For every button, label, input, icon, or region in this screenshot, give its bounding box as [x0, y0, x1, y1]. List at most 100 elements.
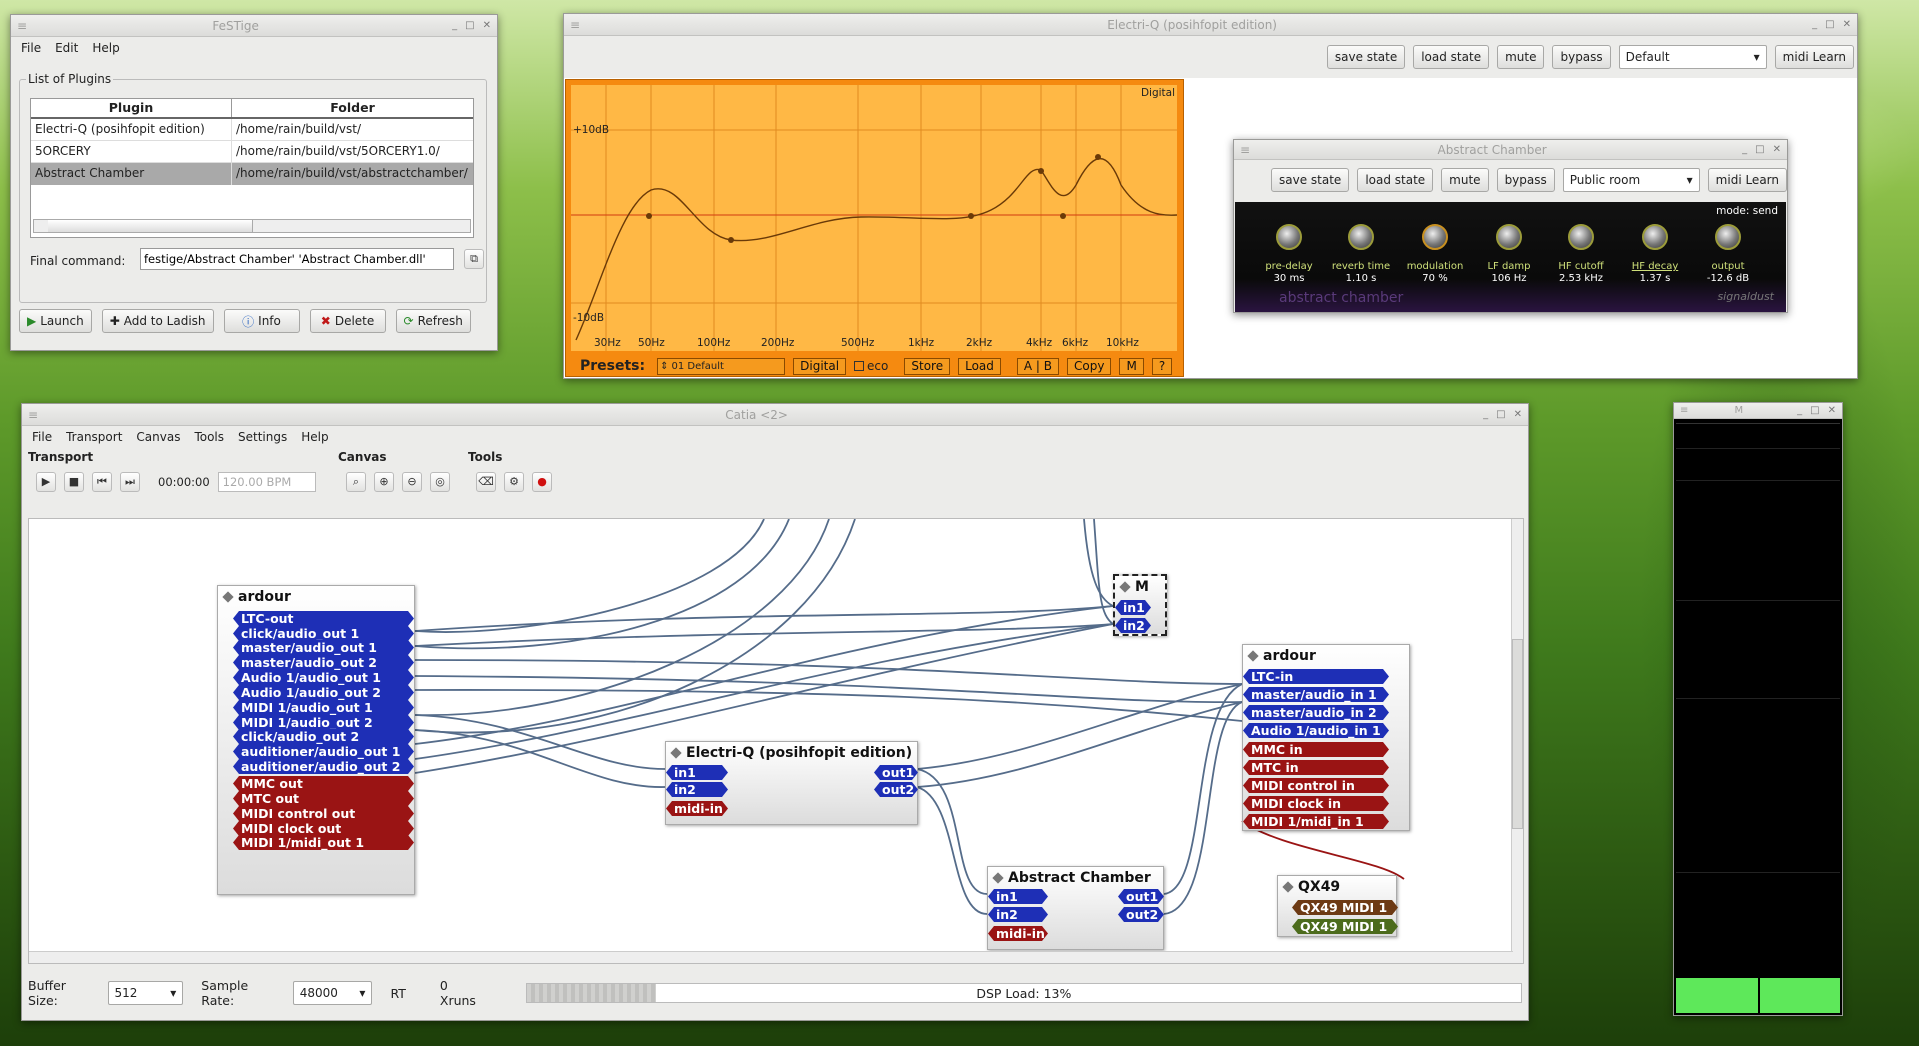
midi-port-in[interactable]: QX49 MIDI 1 — [1292, 919, 1398, 934]
table-row[interactable]: 5ORCERY/home/rain/build/vst/5ORCERY1.0/ — [31, 141, 473, 163]
node-ardour-in[interactable]: ardour LTC-in master/audio_in 1 master/a… — [1242, 644, 1410, 831]
port-out[interactable]: out1 — [1118, 889, 1164, 904]
mute-button[interactable]: mute — [1497, 45, 1545, 69]
chamber-titlebar[interactable]: ≡ Abstract Chamber _ □ ✕ — [1234, 140, 1787, 160]
rewind-icon[interactable]: ⏮ — [92, 472, 112, 492]
zoom-in-icon[interactable]: ⊕ — [374, 472, 394, 492]
maximize-icon[interactable]: □ — [1755, 144, 1764, 155]
launch-button[interactable]: ▶ Launch — [19, 309, 92, 333]
store-button[interactable]: Store — [904, 357, 951, 375]
column-plugin[interactable]: Plugin — [31, 99, 232, 117]
table-row[interactable]: Electri-Q (posihfopit edition) /home/rain… — [31, 119, 473, 141]
table-row-selected[interactable]: Abstract Chamber/home/rain/build/vst/abs… — [31, 163, 473, 185]
menu-icon[interactable]: ≡ — [570, 18, 580, 32]
port-out[interactable]: master/audio_out 2 — [233, 655, 414, 670]
port-out[interactable]: out2 — [874, 782, 918, 797]
column-folder[interactable]: Folder — [232, 99, 473, 117]
preset-select[interactable]: Default ▾ — [1618, 45, 1767, 69]
midi-port-in[interactable]: MIDI control in — [1243, 778, 1389, 793]
bypass-button[interactable]: bypass — [1496, 168, 1555, 192]
port-out[interactable]: LTC-out — [233, 611, 414, 626]
mute-button[interactable]: mute — [1441, 168, 1489, 192]
preset-field[interactable]: ⇕ 01 Default — [657, 357, 786, 375]
midi-port-in[interactable]: MIDI clock in — [1243, 796, 1389, 811]
port-out[interactable]: MIDI 1/audio_out 2 — [233, 715, 414, 730]
menu-help[interactable]: Help — [301, 430, 328, 444]
menu-help[interactable]: Help — [92, 41, 119, 55]
bpm-field[interactable]: 120.00 BPM — [217, 472, 316, 492]
midi-port-out[interactable]: MIDI 1/midi_out 1 — [233, 835, 414, 850]
menu-settings[interactable]: Settings — [238, 430, 287, 444]
minimize-icon[interactable]: _ — [1797, 405, 1802, 416]
midi-port-out[interactable]: MTC out — [233, 791, 414, 806]
midi-port-out[interactable]: QX49 MIDI 1 — [1292, 900, 1398, 915]
midi-learn-button[interactable]: midi Learn — [1774, 45, 1854, 69]
sample-rate-select[interactable]: 48000 ▾ — [292, 981, 373, 1005]
port-in[interactable]: in2 — [1115, 618, 1151, 633]
midi-port-out[interactable]: MIDI control out — [233, 806, 414, 821]
load-button[interactable]: Load — [958, 357, 1001, 375]
port-out[interactable]: MIDI 1/audio_out 1 — [233, 700, 414, 715]
port-out[interactable]: Audio 1/audio_out 2 — [233, 685, 414, 700]
vertical-scrollbar[interactable] — [1511, 519, 1523, 963]
port-out[interactable]: click/audio_out 1 — [233, 626, 414, 641]
electriq-titlebar[interactable]: ≡ Electri-Q (posihfopit edition) _ □ ✕ — [564, 14, 1857, 36]
zoom-reset-icon[interactable]: ◎ — [430, 472, 450, 492]
midi-port-in[interactable]: MTC in — [1243, 760, 1389, 775]
menu-file[interactable]: File — [21, 41, 41, 55]
midi-port-out[interactable]: MIDI clock out — [233, 821, 414, 836]
menu-canvas[interactable]: Canvas — [136, 430, 180, 444]
port-out[interactable]: auditioner/audio_out 1 — [233, 744, 414, 759]
zoom-out-icon[interactable]: ⊖ — [402, 472, 422, 492]
close-icon[interactable]: ✕ — [1773, 144, 1781, 155]
clear-xruns-icon[interactable]: ⌫ — [476, 472, 496, 492]
settings-icon[interactable]: ⚙ — [504, 472, 524, 492]
menu-icon[interactable]: ≡ — [17, 19, 27, 33]
save-state-button[interactable]: save state — [1326, 45, 1406, 69]
horizontal-scrollbar[interactable] — [33, 219, 471, 233]
bypass-button[interactable]: bypass — [1552, 45, 1611, 69]
menu-file[interactable]: File — [32, 430, 52, 444]
port-in[interactable]: in1 — [1115, 600, 1151, 615]
load-state-button[interactable]: load state — [1357, 168, 1434, 192]
knob-pre-delay[interactable] — [1276, 224, 1302, 250]
knob-lf-damp[interactable] — [1496, 224, 1522, 250]
patchbay-canvas[interactable]: ardour LTC-out click/audio_out 1 master/… — [28, 518, 1524, 964]
refresh-button[interactable]: ⟳ Refresh — [395, 309, 471, 333]
eco-checkbox[interactable]: eco — [854, 359, 888, 373]
ab-button[interactable]: A | B — [1016, 357, 1060, 375]
node-ardour-out[interactable]: ardour LTC-out click/audio_out 1 master/… — [217, 585, 415, 895]
menu-edit[interactable]: Edit — [55, 41, 78, 55]
close-icon[interactable]: ✕ — [483, 20, 491, 31]
node-abstract-chamber[interactable]: Abstract Chamber in1 in2 midi-in out1 ou… — [987, 866, 1164, 950]
knob-modulation[interactable] — [1422, 224, 1448, 250]
minimize-icon[interactable]: _ — [1812, 19, 1817, 30]
knob-reverb-time[interactable] — [1348, 224, 1374, 250]
node-electriq[interactable]: Electri-Q (posihfopit edition) in1 in2 m… — [665, 741, 918, 825]
minimize-icon[interactable]: _ — [1742, 144, 1747, 155]
delete-button[interactable]: ✖ Delete — [309, 309, 386, 333]
maximize-icon[interactable]: □ — [1810, 405, 1819, 416]
catia-titlebar[interactable]: ≡ Catia <2> _ □ ✕ — [22, 404, 1528, 426]
port-in[interactable]: Audio 1/audio_in 1 — [1243, 723, 1389, 738]
maximize-icon[interactable]: □ — [1496, 409, 1505, 420]
preset-select[interactable]: Public room ▾ — [1562, 168, 1700, 192]
port-out[interactable]: out2 — [1118, 907, 1164, 922]
m-button[interactable]: M — [1119, 357, 1144, 375]
record-icon[interactable]: ● — [532, 472, 552, 492]
menu-icon[interactable]: ≡ — [1680, 405, 1688, 416]
midi-port-out[interactable]: MMC out — [233, 776, 414, 791]
midi-port-in[interactable]: MIDI 1/midi_in 1 — [1243, 814, 1389, 829]
maximize-icon[interactable]: □ — [1825, 19, 1834, 30]
port-in[interactable]: in2 — [666, 782, 728, 797]
close-icon[interactable]: ✕ — [1828, 405, 1836, 416]
maximize-icon[interactable]: □ — [465, 20, 474, 31]
port-out[interactable]: master/audio_out 1 — [233, 640, 414, 655]
copy-icon[interactable]: ⧉ — [464, 249, 484, 269]
zoom-fit-icon[interactable]: ⌕ — [346, 472, 366, 492]
midi-port-in[interactable]: MMC in — [1243, 742, 1389, 757]
midi-learn-button[interactable]: midi Learn — [1707, 168, 1787, 192]
horizontal-scrollbar[interactable] — [29, 951, 1513, 963]
port-out[interactable]: auditioner/audio_out 2 — [233, 759, 414, 774]
port-out[interactable]: click/audio_out 2 — [233, 729, 414, 744]
